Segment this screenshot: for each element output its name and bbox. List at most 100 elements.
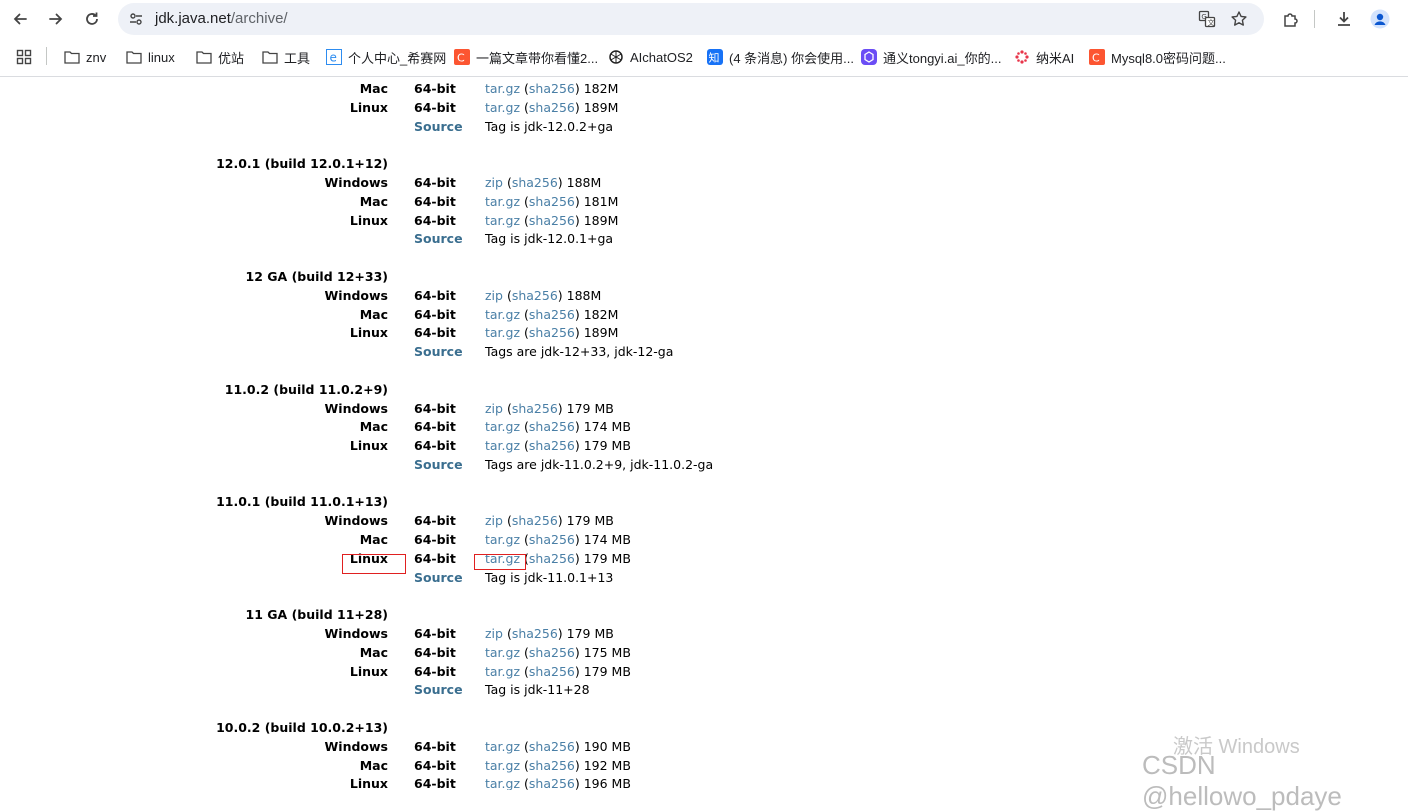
- sha256-link[interactable]: sha256: [529, 194, 575, 209]
- download-link[interactable]: zip: [485, 401, 503, 416]
- download-link[interactable]: tar.gz: [485, 419, 520, 434]
- source-link[interactable]: Source: [414, 343, 463, 361]
- reload-button[interactable]: [78, 5, 106, 33]
- sha256-link[interactable]: sha256: [529, 438, 575, 453]
- release-title: 11.0.1 (build 11.0.1+13): [216, 494, 388, 509]
- sha256-link[interactable]: sha256: [529, 325, 575, 340]
- svg-text:C: C: [1092, 52, 1100, 65]
- download-row: tar.gz (sha256) 189M: [485, 325, 619, 340]
- bookmark-folder-znv[interactable]: znv: [64, 47, 106, 67]
- sha256-link[interactable]: sha256: [529, 419, 575, 434]
- platform-mac: Mac: [359, 419, 388, 434]
- address-bar[interactable]: jdk.java.net/archive/ G文: [118, 3, 1264, 35]
- apps-button[interactable]: [16, 47, 38, 67]
- sha256-link[interactable]: sha256: [529, 739, 575, 754]
- download-link[interactable]: zip: [485, 288, 503, 303]
- csdn-icon: C: [1089, 49, 1105, 65]
- source-link[interactable]: Source: [414, 230, 463, 248]
- sha256-link[interactable]: sha256: [529, 100, 575, 115]
- sha256-link[interactable]: sha256: [529, 213, 575, 228]
- download-link[interactable]: tar.gz: [485, 645, 520, 660]
- sha256-link[interactable]: sha256: [529, 776, 575, 790]
- url-text[interactable]: jdk.java.net/archive/: [155, 10, 288, 27]
- download-link[interactable]: tar.gz: [485, 532, 520, 547]
- source-tag-text: Tag is jdk-12.0.2+ga: [485, 119, 614, 134]
- file-size: 179 MB: [583, 551, 631, 566]
- bookmark-mysql[interactable]: C Mysql8.0密码问题...: [1089, 47, 1226, 67]
- back-button[interactable]: [6, 5, 34, 33]
- download-row: zip (sha256) 179 MB: [485, 626, 614, 641]
- source-link[interactable]: Source: [414, 456, 463, 474]
- download-link[interactable]: tar.gz: [485, 758, 520, 773]
- sha256-link[interactable]: sha256: [529, 645, 575, 660]
- platform-linux: Linux: [349, 664, 388, 679]
- browser-toolbar: jdk.java.net/archive/ G文: [0, 0, 1408, 38]
- bookmark-folder-youzhan[interactable]: 优站: [196, 47, 244, 67]
- download-link[interactable]: tar.gz: [485, 325, 520, 340]
- download-row: tar.gz (sha256) 182M: [485, 81, 619, 96]
- sha256-link[interactable]: sha256: [512, 401, 558, 416]
- platform-mac: Mac: [359, 532, 388, 547]
- sha256-link[interactable]: sha256: [529, 551, 575, 566]
- sha256-link[interactable]: sha256: [529, 758, 575, 773]
- download-link[interactable]: zip: [485, 513, 503, 528]
- download-link[interactable]: tar.gz: [485, 100, 520, 115]
- file-size: 181M: [583, 194, 619, 209]
- download-link[interactable]: tar.gz: [485, 438, 520, 453]
- file-size: 182M: [583, 81, 619, 96]
- avatar-icon: [1370, 9, 1390, 29]
- sha256-link[interactable]: sha256: [512, 626, 558, 641]
- bookmark-tongyi[interactable]: 通义tongyi.ai_你的...: [861, 47, 1002, 67]
- site-info-icon[interactable]: [126, 9, 146, 29]
- download-link[interactable]: tar.gz: [485, 307, 520, 322]
- download-link[interactable]: tar.gz: [485, 81, 520, 96]
- bookmark-star-icon[interactable]: [1230, 10, 1248, 28]
- bookmark-aichatos[interactable]: AIchatOS2: [608, 47, 693, 67]
- source-link[interactable]: Source: [414, 569, 463, 587]
- url-host: jdk.java.net: [155, 10, 231, 27]
- download-link[interactable]: zip: [485, 626, 503, 641]
- download-link[interactable]: tar.gz: [485, 213, 520, 228]
- download-link[interactable]: tar.gz: [485, 194, 520, 209]
- download-row: tar.gz (sha256) 181M: [485, 194, 619, 209]
- csdn-watermark: CSDN @hellowo_pdaye: [1142, 750, 1342, 811]
- arch-label: 64-bit: [414, 401, 456, 416]
- download-link[interactable]: tar.gz: [485, 776, 520, 790]
- forward-button[interactable]: [42, 5, 70, 33]
- bookmark-folder-tools[interactable]: 工具: [262, 47, 310, 67]
- sha256-link[interactable]: sha256: [529, 532, 575, 547]
- download-link[interactable]: tar.gz: [485, 664, 520, 679]
- translate-icon[interactable]: G文: [1198, 10, 1216, 28]
- source-link[interactable]: Source: [414, 681, 463, 699]
- download-row: tar.gz (sha256) 192 MB: [485, 758, 631, 773]
- sha256-link[interactable]: sha256: [529, 664, 575, 679]
- download-row: tar.gz (sha256) 179 MB: [485, 664, 631, 679]
- extensions-button[interactable]: [1277, 5, 1305, 33]
- platform-windows: Windows: [324, 401, 389, 416]
- bookmark-csdn-article[interactable]: C 一篇文章带你看懂2...: [454, 47, 598, 67]
- highlight-box-targz: [474, 554, 526, 570]
- openai-icon: [608, 49, 624, 65]
- download-row: tar.gz (sha256) 179 MB: [485, 438, 631, 453]
- arch-label: 64-bit: [414, 81, 456, 96]
- highlight-box-linux: [342, 554, 406, 574]
- sha256-link[interactable]: sha256: [512, 175, 558, 190]
- source-link[interactable]: Source: [414, 118, 463, 136]
- bookmark-folder-linux[interactable]: linux: [126, 47, 175, 67]
- download-link[interactable]: tar.gz: [485, 739, 520, 754]
- download-row: tar.gz (sha256) 174 MB: [485, 419, 631, 434]
- sha256-link[interactable]: sha256: [529, 81, 575, 96]
- bookmark-zhihu[interactable]: 知 (4 条消息) 你会使用...: [707, 47, 854, 67]
- svg-text:e: e: [330, 51, 337, 65]
- sha256-link[interactable]: sha256: [512, 513, 558, 528]
- bookmark-nami[interactable]: 纳米AI: [1014, 47, 1074, 67]
- arch-label: 64-bit: [414, 100, 456, 115]
- back-arrow-icon: [13, 13, 27, 25]
- download-link[interactable]: zip: [485, 175, 503, 190]
- bookmark-xisai[interactable]: e 个人中心_希赛网: [326, 47, 446, 67]
- arch-label: 64-bit: [414, 645, 456, 660]
- downloads-button[interactable]: [1330, 5, 1358, 33]
- sha256-link[interactable]: sha256: [529, 307, 575, 322]
- profile-button[interactable]: [1366, 5, 1394, 33]
- sha256-link[interactable]: sha256: [512, 288, 558, 303]
